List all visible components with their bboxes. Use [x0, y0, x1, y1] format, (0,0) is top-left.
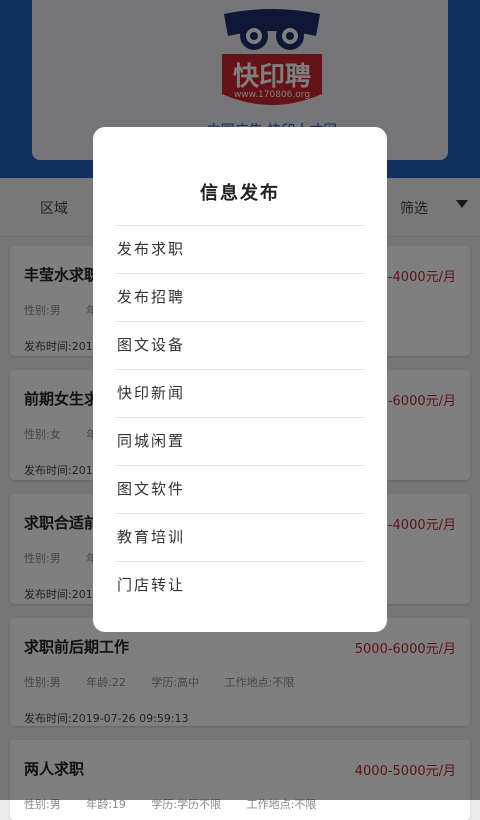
- publish-menu: 发布求职 发布招聘 图文设备 快印新闻 同城闲置 图文软件 教育培训 门店转让: [115, 225, 365, 609]
- menu-item-idle-items[interactable]: 同城闲置: [115, 417, 365, 465]
- dialog-title: 信息发布: [200, 183, 280, 204]
- publish-dialog: 信息发布 发布求职 发布招聘 图文设备 快印新闻 同城闲置 图文软件 教育培训 …: [93, 127, 387, 632]
- menu-item-store-transfer[interactable]: 门店转让: [115, 561, 365, 609]
- menu-item-training[interactable]: 教育培训: [115, 513, 365, 561]
- menu-item-job-seeking[interactable]: 发布求职: [115, 225, 365, 273]
- menu-item-software[interactable]: 图文软件: [115, 465, 365, 513]
- menu-item-news[interactable]: 快印新闻: [115, 369, 365, 417]
- menu-item-recruitment[interactable]: 发布招聘: [115, 273, 365, 321]
- menu-item-equipment[interactable]: 图文设备: [115, 321, 365, 369]
